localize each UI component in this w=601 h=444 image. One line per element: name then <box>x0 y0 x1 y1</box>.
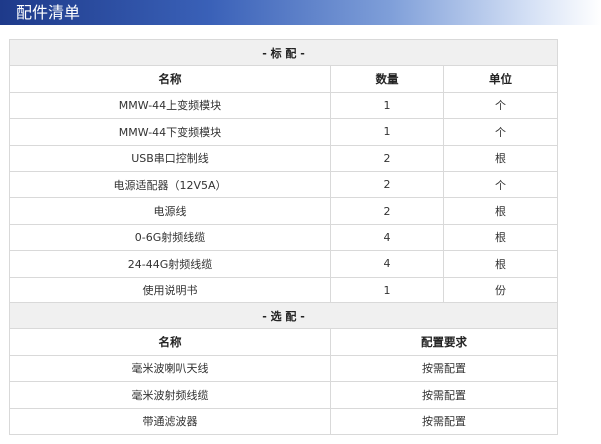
column-header-quantity: 数量 <box>330 65 444 93</box>
section-header-standard: - 标 配 - <box>8 38 559 67</box>
standard-config-table: - 标 配 - 名称 数量 单位 MMW-44上变频模块 1 个 MMW-44下… <box>8 38 559 304</box>
item-quantity: 1 <box>330 118 444 146</box>
item-requirement: 按需配置 <box>330 354 558 383</box>
table-row: 带通滤波器 按需配置 <box>9 407 558 435</box>
item-unit: 根 <box>442 197 559 225</box>
column-header-requirement: 配置要求 <box>330 328 558 356</box>
item-name: 毫米波射频线缆 <box>9 381 331 409</box>
item-quantity: 4 <box>330 223 444 252</box>
table-header-row: 名称 数量 单位 <box>9 65 559 93</box>
item-name: 电源适配器（12V5A） <box>9 170 331 199</box>
item-unit: 个 <box>442 118 559 146</box>
item-name: 使用说明书 <box>9 276 331 304</box>
column-header-unit: 单位 <box>442 65 559 93</box>
table-row: 0-6G射频线缆 4 根 <box>9 223 559 252</box>
item-unit: 根 <box>442 223 559 252</box>
section-header-optional: - 选 配 - <box>9 301 558 330</box>
item-quantity: 1 <box>330 276 444 304</box>
table-row: 24-44G射频线缆 4 根 <box>9 250 559 278</box>
optional-config-table: - 选 配 - 名称 配置要求 毫米波喇叭天线 按需配置 毫米波射频线缆 按需配… <box>9 301 558 435</box>
table-row: 毫米波喇叭天线 按需配置 <box>9 354 558 383</box>
item-name: 毫米波喇叭天线 <box>9 354 331 383</box>
table-row: 使用说明书 1 份 <box>9 276 559 304</box>
table-row: 毫米波射频线缆 按需配置 <box>9 381 558 409</box>
item-unit: 个 <box>442 170 559 199</box>
item-name: 24-44G射频线缆 <box>9 250 331 278</box>
section-label: - 选 配 - <box>9 301 558 330</box>
item-name: 带通滤波器 <box>9 407 331 435</box>
column-header-name: 名称 <box>9 328 331 356</box>
item-quantity: 2 <box>330 170 444 199</box>
table-row: MMW-44上变频模块 1 个 <box>9 91 559 120</box>
table-row: 电源线 2 根 <box>9 197 559 225</box>
item-unit: 个 <box>442 91 559 120</box>
item-quantity: 2 <box>330 197 444 225</box>
table-row: USB串口控制线 2 根 <box>9 144 559 172</box>
item-name: 电源线 <box>9 197 331 225</box>
item-requirement: 按需配置 <box>330 381 558 409</box>
item-quantity: 1 <box>330 91 444 120</box>
table-row: 电源适配器（12V5A） 2 个 <box>9 170 559 199</box>
column-header-name: 名称 <box>9 65 331 93</box>
item-name: MMW-44上变频模块 <box>9 91 331 120</box>
item-unit: 份 <box>442 276 559 304</box>
item-unit: 根 <box>442 250 559 278</box>
item-name: MMW-44下变频模块 <box>9 118 331 146</box>
item-unit: 根 <box>442 144 559 172</box>
section-label: - 标 配 - <box>8 38 559 67</box>
table-header-row: 名称 配置要求 <box>9 328 558 356</box>
table-row: MMW-44下变频模块 1 个 <box>9 118 559 146</box>
item-name: 0-6G射频线缆 <box>9 223 331 252</box>
item-name: USB串口控制线 <box>9 144 331 172</box>
item-quantity: 4 <box>330 250 444 278</box>
item-requirement: 按需配置 <box>330 407 558 435</box>
item-quantity: 2 <box>330 144 444 172</box>
page-title: 配件清单 <box>0 0 601 25</box>
